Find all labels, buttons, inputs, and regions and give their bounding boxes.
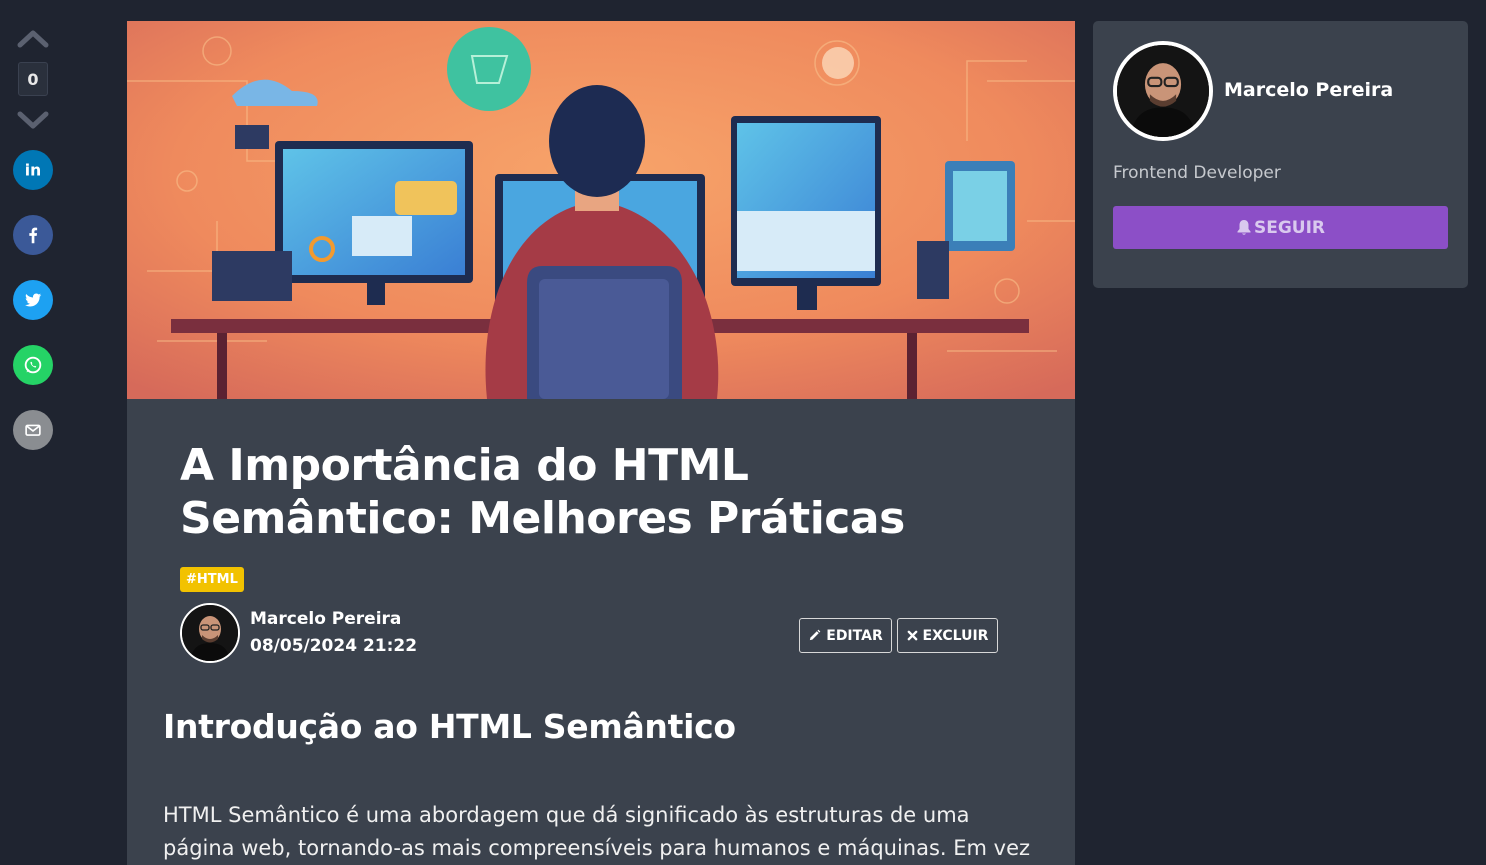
edit-label: EDITAR	[826, 627, 883, 644]
chevron-up-icon	[17, 30, 49, 48]
edit-button[interactable]: EDITAR	[799, 618, 892, 653]
whatsapp-icon	[24, 356, 42, 374]
bell-icon	[1237, 220, 1251, 235]
author-card-avatar[interactable]	[1113, 41, 1213, 141]
follow-label: SEGUIR	[1253, 217, 1326, 238]
email-icon	[25, 424, 41, 436]
publish-date: 08/05/2024 21:22	[250, 636, 418, 656]
article-cover-image	[127, 21, 1075, 399]
pencil-icon	[810, 629, 821, 641]
author-card-name[interactable]: Marcelo Pereira	[1224, 79, 1393, 101]
section-heading: Introdução ao HTML Semântico	[163, 707, 736, 746]
follow-button[interactable]: SEGUIR	[1113, 206, 1448, 249]
close-icon	[907, 630, 917, 641]
share-email-button[interactable]	[13, 410, 53, 450]
svg-text:in: in	[25, 162, 41, 180]
chevron-down-icon	[17, 111, 49, 129]
twitter-icon	[25, 293, 42, 307]
share-rail: 0 in	[0, 0, 66, 865]
author-name[interactable]: Marcelo Pereira	[250, 609, 401, 629]
tag-html[interactable]: #HTML	[180, 567, 244, 592]
share-linkedin-button[interactable]: in	[13, 150, 53, 190]
share-facebook-button[interactable]	[13, 215, 53, 255]
downvote-button[interactable]	[14, 106, 52, 134]
facebook-icon	[29, 227, 38, 244]
article-title: A Importância do HTML Semântico: Melhore…	[180, 440, 905, 544]
delete-label: EXCLUIR	[922, 627, 989, 644]
upvote-button[interactable]	[14, 24, 52, 52]
share-twitter-button[interactable]	[13, 280, 53, 320]
article-card: A Importância do HTML Semântico: Melhore…	[127, 21, 1075, 865]
linkedin-icon: in	[25, 162, 41, 180]
author-card-role: Frontend Developer	[1113, 163, 1281, 183]
article-paragraph: HTML Semântico é uma abordagem que dá si…	[163, 803, 1031, 860]
delete-button[interactable]: EXCLUIR	[897, 618, 998, 653]
vote-count: 0	[18, 62, 48, 96]
author-avatar[interactable]	[180, 603, 240, 663]
share-whatsapp-button[interactable]	[13, 345, 53, 385]
author-card: Marcelo Pereira Frontend Developer SEGUI…	[1093, 21, 1468, 288]
